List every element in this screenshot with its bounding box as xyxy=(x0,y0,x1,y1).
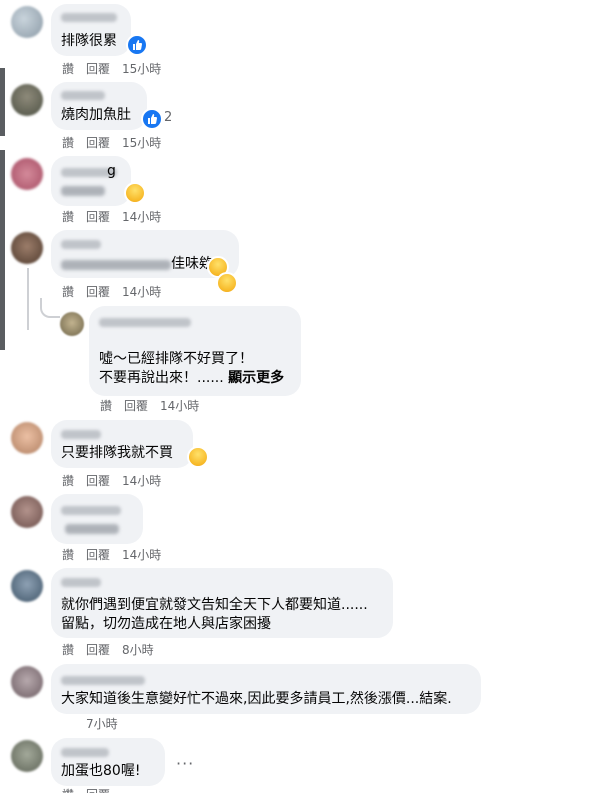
comment-text-suffix: g xyxy=(107,163,116,179)
comment-bubble: g xyxy=(51,156,131,206)
comment-text-redacted xyxy=(61,186,105,196)
like-link[interactable]: 讚 xyxy=(62,788,74,793)
timestamp[interactable]: 15小時 xyxy=(122,136,161,150)
comment-actions: 讚回覆 14小時 xyxy=(62,285,173,299)
see-more-link[interactable]: 顯示更多 xyxy=(228,370,284,386)
author-name-redacted[interactable] xyxy=(61,578,101,587)
comment-text: 大家知道後生意變好忙不過來,因此要多請員工,然後漲價...結案. xyxy=(61,691,452,707)
comment-text-line1: 就你們遇到便宜就發文告知全天下人都要知道...... xyxy=(61,597,368,613)
avatar[interactable] xyxy=(60,312,84,336)
author-name-redacted[interactable] xyxy=(61,240,101,249)
reply-thread-line xyxy=(27,268,29,330)
comment-actions: 讚回覆 14小時 xyxy=(62,474,173,488)
comment-text-redacted xyxy=(61,260,171,270)
comment-bubble: 排隊很累 xyxy=(51,4,131,56)
avatar[interactable] xyxy=(11,6,43,38)
comment-text-line1: 噓～已經排隊不好買了！ xyxy=(99,351,253,367)
author-name-redacted[interactable] xyxy=(61,13,117,22)
reply-link[interactable]: 回覆 xyxy=(86,62,110,76)
like-link[interactable]: 讚 xyxy=(62,136,74,150)
wow-reaction-icon[interactable] xyxy=(216,272,238,294)
haha-reaction-icon[interactable] xyxy=(124,182,146,204)
haha-reaction-icon[interactable] xyxy=(187,446,209,468)
author-name-redacted[interactable] xyxy=(61,91,105,100)
avatar[interactable] xyxy=(11,666,43,698)
reply-link[interactable]: 回覆 xyxy=(86,285,110,299)
timestamp[interactable]: 8小時 xyxy=(122,643,154,657)
timestamp[interactable]: 14小時 xyxy=(122,210,161,224)
comment-actions: 讚回覆 8小時 xyxy=(62,643,166,657)
like-link[interactable]: 讚 xyxy=(62,210,74,224)
like-link[interactable]: 讚 xyxy=(62,474,74,488)
like-link[interactable]: 讚 xyxy=(62,62,74,76)
reply-link[interactable]: 回覆 xyxy=(86,788,110,793)
comment-actions-partial: 讚 回覆 xyxy=(62,788,122,793)
scroll-edge-bar xyxy=(0,150,5,350)
comment-text-line2: 留點，切勿造成在地人與店家困擾 xyxy=(61,616,271,632)
avatar[interactable] xyxy=(11,570,43,602)
comment-bubble: 燒肉加魚肚 xyxy=(51,82,147,130)
like-reaction-icon[interactable] xyxy=(126,34,148,56)
avatar[interactable] xyxy=(11,740,43,772)
comment-text: 只要排隊我就不買 xyxy=(61,445,173,461)
more-options-icon[interactable]: ··· xyxy=(176,754,194,773)
comment-actions: 讚回覆 15小時 xyxy=(62,62,173,76)
reply-link[interactable]: 回覆 xyxy=(86,474,110,488)
like-link[interactable]: 讚 xyxy=(100,399,112,413)
comment-bubble: 只要排隊我就不買 xyxy=(51,420,193,468)
author-name-redacted[interactable] xyxy=(61,748,109,757)
reaction-count[interactable]: 2 xyxy=(164,110,172,125)
comment-actions: 讚回覆 15小時 xyxy=(62,136,173,150)
timestamp[interactable]: 14小時 xyxy=(122,548,161,562)
reply-link[interactable]: 回覆 xyxy=(86,136,110,150)
timestamp[interactable]: 7小時 xyxy=(86,717,118,731)
comment-actions: 讚回覆 14小時 xyxy=(62,548,173,562)
comment-text-redacted xyxy=(65,524,119,534)
comment-actions: 讚回覆 14小時 xyxy=(62,210,173,224)
comment-text: 排隊很累 xyxy=(61,33,117,49)
reply-thread-connector xyxy=(40,298,60,318)
avatar[interactable] xyxy=(11,496,43,528)
avatar[interactable] xyxy=(11,84,43,116)
reply-link[interactable]: 回覆 xyxy=(86,548,110,562)
avatar[interactable] xyxy=(11,232,43,264)
comment-actions: 讚回覆 14小時 xyxy=(100,399,211,413)
comment-actions: 7小時 xyxy=(62,717,130,731)
reply-link[interactable]: 回覆 xyxy=(86,210,110,224)
author-name-redacted[interactable] xyxy=(61,676,145,685)
reply-link[interactable]: 回覆 xyxy=(124,399,148,413)
comment-bubble: 大家知道後生意變好忙不過來,因此要多請員工,然後漲價...結案. xyxy=(51,664,481,714)
like-link[interactable]: 讚 xyxy=(62,548,74,562)
like-link[interactable]: 讚 xyxy=(62,285,74,299)
comment-bubble: 噓～已經排隊不好買了！ 不要再說出來！...... 顯示更多 xyxy=(89,306,301,396)
author-name-redacted[interactable] xyxy=(99,318,191,327)
avatar[interactable] xyxy=(11,422,43,454)
comment-text: 燒肉加魚肚 xyxy=(61,107,131,123)
comment-bubble: 就你們遇到便宜就發文告知全天下人都要知道...... 留點，切勿造成在地人與店家… xyxy=(51,568,393,638)
like-reaction-icon[interactable] xyxy=(141,108,163,130)
comment-bubble xyxy=(51,494,143,544)
author-name-redacted[interactable] xyxy=(61,506,121,515)
avatar[interactable] xyxy=(11,158,43,190)
author-name-redacted[interactable] xyxy=(61,430,101,439)
timestamp[interactable]: 14小時 xyxy=(122,474,161,488)
timestamp[interactable]: 14小時 xyxy=(122,285,161,299)
reply-link[interactable]: 回覆 xyxy=(86,643,110,657)
timestamp[interactable]: 14小時 xyxy=(160,399,199,413)
comment-text-line2: 不要再說出來！...... 顯示更多 xyxy=(99,370,285,386)
timestamp[interactable]: 15小時 xyxy=(122,62,161,76)
comment-bubble: 加蛋也80喔! xyxy=(51,738,165,786)
like-link[interactable]: 讚 xyxy=(62,643,74,657)
scroll-edge-bar xyxy=(0,68,5,136)
comment-text: 加蛋也80喔! xyxy=(61,763,141,779)
